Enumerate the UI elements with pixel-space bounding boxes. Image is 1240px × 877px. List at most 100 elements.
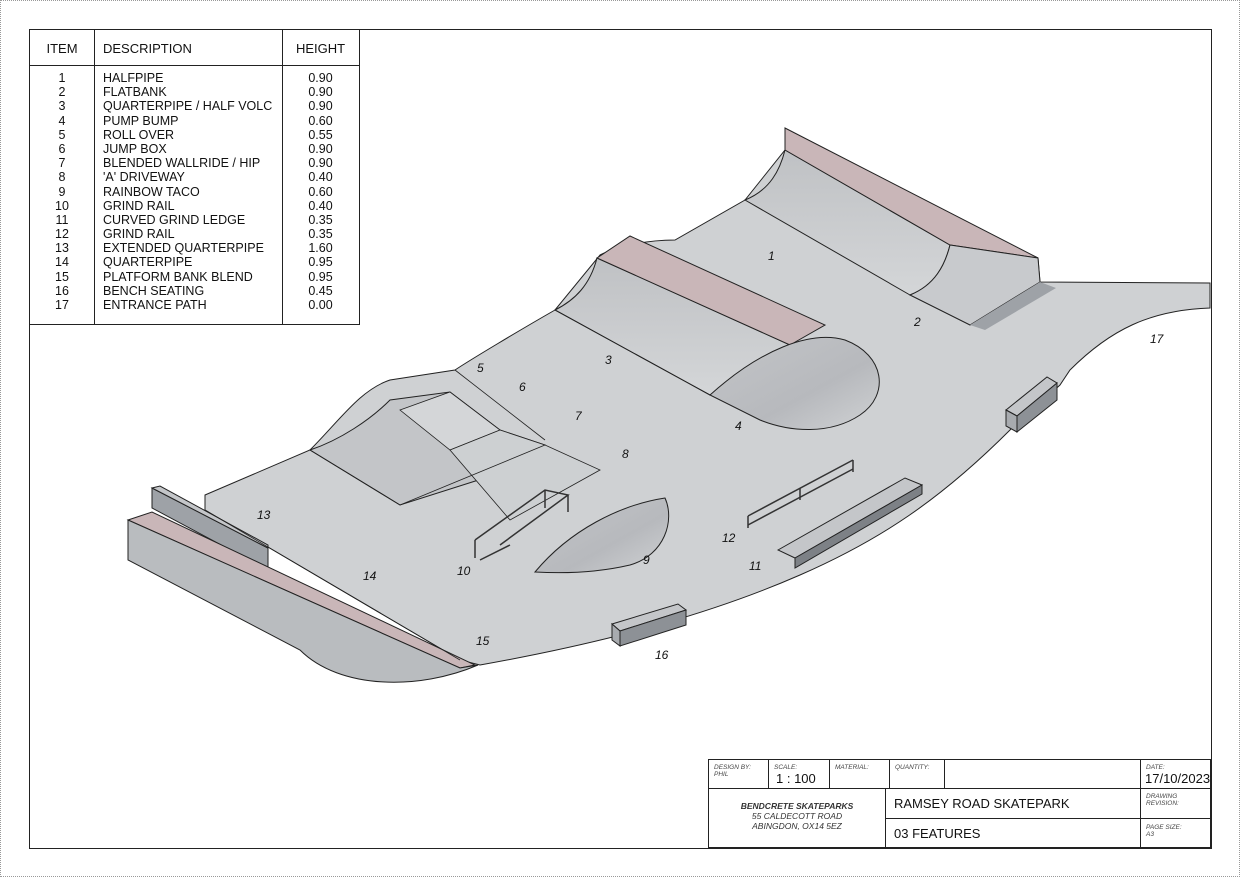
label-8: 8 — [622, 447, 629, 461]
item-height: 0.60 — [308, 184, 333, 199]
item-height: 0.40 — [308, 170, 333, 185]
item-height: 0.95 — [308, 269, 333, 284]
table-row: 5 ROLL OVER 0.55 — [30, 128, 359, 142]
item-number: 1 — [58, 71, 66, 85]
item-number: 13 — [55, 241, 69, 256]
date-label: DATE: — [1146, 764, 1165, 771]
item-description: QUARTERPIPE — [103, 255, 193, 270]
company-block: BENDCRETE SKATEPARKS 55 CALDECOTT ROAD A… — [709, 801, 885, 831]
table-row: 14 QUARTERPIPE 0.95 — [30, 255, 359, 269]
item-height: 0.35 — [308, 227, 333, 242]
table-row: 7 BLENDED WALLRIDE / HIP 0.90 — [30, 156, 359, 170]
item-number: 11 — [55, 212, 69, 227]
company-address-1: 55 CALDECOTT ROAD — [751, 811, 843, 821]
item-height: 0.00 — [308, 298, 333, 312]
item-description: BLENDED WALLRIDE / HIP — [103, 156, 261, 171]
item-height: 0.95 — [308, 255, 333, 270]
label-1: 1 — [768, 249, 775, 263]
table-row: 3 QUARTERPIPE / HALF VOLC 0.90 — [30, 99, 359, 113]
item-description: FLATBANK — [103, 85, 167, 100]
label-15: 15 — [476, 634, 490, 648]
table-row: 9 RAINBOW TACO 0.60 — [30, 185, 359, 199]
item-description: RAINBOW TACO — [103, 184, 200, 199]
quantity-label: QUANTITY: — [895, 764, 930, 771]
table-row: 12 GRIND RAIL 0.35 — [30, 227, 359, 241]
label-3: 3 — [605, 353, 612, 367]
item-description: ENTRANCE PATH — [103, 298, 207, 312]
quantity-cell: QUANTITY: — [890, 760, 945, 789]
item-height: 1.60 — [308, 241, 333, 256]
item-description: ROLL OVER — [103, 127, 175, 142]
revision-cell: DRAWING REVISION: — [1141, 789, 1211, 819]
item-height: 0.45 — [308, 283, 333, 298]
item-height: 0.90 — [308, 99, 333, 114]
item-number: 17 — [55, 298, 69, 312]
page-size-value: A3 — [1146, 831, 1154, 838]
header-height: HEIGHT — [295, 41, 346, 56]
page-size-cell: PAGE SIZE: A3 — [1141, 819, 1211, 848]
item-description: HALFPIPE — [103, 71, 164, 85]
table-row: 16 BENCH SEATING 0.45 — [30, 284, 359, 298]
label-10: 10 — [457, 564, 471, 578]
label-9: 9 — [643, 553, 650, 567]
item-description: PLATFORM BANK BLEND — [103, 269, 253, 284]
item-height: 0.90 — [308, 85, 333, 100]
item-number: 5 — [58, 127, 66, 142]
scale-cell: SCALE: 1 : 100 — [769, 760, 830, 789]
company-name: BENDCRETE SKATEPARKS — [740, 801, 854, 811]
features-table-body: 1 HALFPIPE 0.90 2 FLATBANK 0.90 3 QUARTERPIPE /… — [30, 71, 359, 312]
item-description: GRIND RAIL — [103, 227, 175, 242]
label-17: 17 — [1150, 332, 1165, 346]
project-name: RAMSEY ROAD SKATEPARK — [894, 796, 1070, 811]
item-number: 15 — [55, 269, 69, 284]
item-height: 0.35 — [308, 212, 333, 227]
item-number: 14 — [55, 255, 69, 270]
item-number: 7 — [58, 156, 66, 171]
label-13: 13 — [257, 508, 271, 522]
item-description: 'A' DRIVEWAY — [103, 170, 185, 185]
material-cell: MATERIAL: — [830, 760, 890, 789]
item-number: 9 — [58, 184, 66, 199]
item-height: 0.60 — [308, 113, 333, 128]
item-height: 0.55 — [308, 127, 333, 142]
table-row: 8 'A' DRIVEWAY 0.40 — [30, 170, 359, 184]
item-height: 0.90 — [308, 141, 333, 156]
sheet-cell: 03 FEATURES — [886, 819, 1141, 848]
item-height: 0.40 — [308, 198, 333, 213]
table-row: 2 FLATBANK 0.90 — [30, 85, 359, 99]
design-by-value: PHIL — [714, 771, 729, 778]
item-description: JUMP BOX — [103, 141, 167, 156]
item-number: 8 — [58, 170, 66, 185]
scale-value: 1 : 100 — [776, 771, 816, 786]
header-item: ITEM — [46, 41, 78, 56]
label-16: 16 — [655, 648, 669, 662]
design-by-cell: DESIGN BY: PHIL — [709, 760, 769, 789]
item-description: QUARTERPIPE / HALF VOLC — [103, 99, 273, 114]
label-2: 2 — [913, 315, 921, 329]
table-row: 17 ENTRANCE PATH 0.00 — [30, 298, 359, 312]
item-number: 4 — [58, 113, 66, 128]
table-row: 15 PLATFORM BANK BLEND 0.95 — [30, 270, 359, 284]
scale-label: SCALE: — [774, 764, 798, 771]
table-row: 13 EXTENDED QUARTERPIPE 1.60 — [30, 241, 359, 255]
sheet-name: 03 FEATURES — [894, 826, 981, 841]
label-12: 12 — [722, 531, 736, 545]
table-row: 4 PUMP BUMP 0.60 — [30, 114, 359, 128]
header-description: DESCRIPTION — [103, 41, 192, 56]
material-label: MATERIAL: — [835, 764, 869, 771]
label-11: 11 — [749, 559, 761, 573]
page-size-label: PAGE SIZE: — [1146, 824, 1182, 831]
item-number: 12 — [55, 227, 69, 242]
revision-label: DRAWING REVISION: — [1146, 793, 1179, 807]
company-address-2: ABINGDON, OX14 5EZ — [752, 821, 842, 831]
title-block: DESIGN BY: PHIL SCALE: 1 : 100 MATERIAL:… — [708, 759, 1211, 848]
features-table-header: ITEM DESCRIPTION HEIGHT — [30, 30, 359, 66]
item-number: 6 — [58, 141, 66, 156]
table-row: 11 CURVED GRIND LEDGE 0.35 — [30, 213, 359, 227]
item-height: 0.90 — [308, 156, 333, 171]
quantity-value-cell — [945, 760, 1141, 789]
item-description: EXTENDED QUARTERPIPE — [103, 241, 264, 256]
item-description: GRIND RAIL — [103, 198, 175, 213]
table-row: 10 GRIND RAIL 0.40 — [30, 199, 359, 213]
item-number: 2 — [58, 85, 66, 100]
